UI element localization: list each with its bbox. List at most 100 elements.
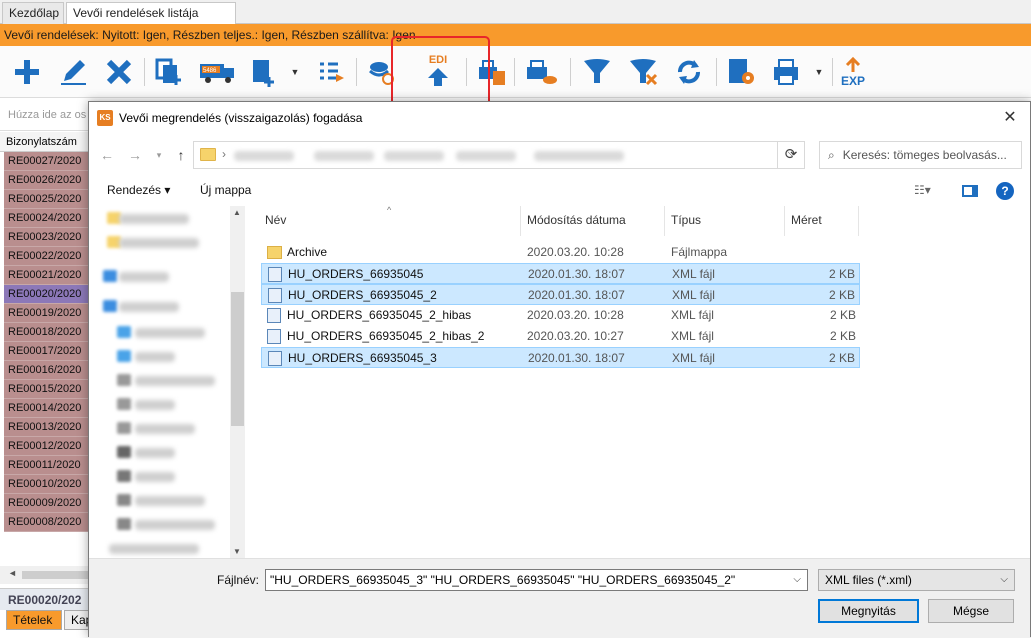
add-icon[interactable] xyxy=(10,54,44,90)
cancel-button[interactable]: Mégse xyxy=(928,599,1014,623)
new-folder-button[interactable]: Új mappa xyxy=(200,183,251,197)
edit-icon[interactable] xyxy=(56,54,90,90)
back-arrow-icon[interactable]: ← xyxy=(97,145,117,165)
refresh-icon[interactable] xyxy=(672,54,706,90)
column-header-document-number[interactable]: Bizonylatszám xyxy=(0,132,90,152)
table-row[interactable]: RE00021/2020 xyxy=(4,266,90,285)
table-row[interactable]: RE00014/2020 xyxy=(4,399,90,418)
filter-status-text: Vevői rendelések: Nyitott: Igen, Részben… xyxy=(4,28,416,42)
column-header-type[interactable]: Típus xyxy=(665,206,785,236)
table-row[interactable]: RE00012/2020 xyxy=(4,437,90,456)
open-button[interactable]: Megnyitás xyxy=(818,599,919,623)
detail-panel-header: RE00020/202 xyxy=(0,588,90,610)
file-row[interactable]: HU_ORDERS_66935045_2_hibas 2020.03.20. 10… xyxy=(261,305,860,326)
scroll-up-icon[interactable]: ▲ xyxy=(233,208,241,217)
search-icon: ⌕ xyxy=(828,148,835,162)
table-row[interactable]: RE00022/2020 xyxy=(4,247,90,266)
table-row[interactable]: RE00018/2020 xyxy=(4,323,90,342)
filter-icon[interactable] xyxy=(580,54,614,90)
file-type: XML fájl xyxy=(671,329,714,343)
help-icon[interactable]: ? xyxy=(996,182,1014,200)
view-options-icon[interactable]: ☷▾ xyxy=(914,183,931,197)
table-row[interactable]: RE00024/2020 xyxy=(4,209,90,228)
dropdown-arrow-icon[interactable]: ▼ xyxy=(288,54,302,90)
table-row[interactable]: RE00020/2020 xyxy=(4,285,90,304)
file-row[interactable]: Archive 2020.03.20. 10:28 Fájlmappa xyxy=(261,242,860,263)
file-type: XML fájl xyxy=(672,288,715,302)
file-row[interactable]: HU_ORDERS_66935045_3 2020.01.30. 18:07 XML… xyxy=(261,347,860,368)
tab-items[interactable]: Tételek xyxy=(6,610,62,630)
tab-home[interactable]: Kezdőlap xyxy=(2,2,64,24)
preview-pane-icon[interactable] xyxy=(962,185,978,197)
breadcrumb-chevron-icon: › xyxy=(222,147,226,161)
filetype-select[interactable]: XML files (*.xml) ⌵ xyxy=(818,569,1015,591)
file-row[interactable]: HU_ORDERS_66935045_2 2020.01.30. 18:07 XML… xyxy=(261,284,860,305)
address-row: ← → ▾ ↑ › ⌵ ⟳ ⌕ Keresés: tömeges beolvasá… xyxy=(89,135,1030,175)
xml-file-icon xyxy=(268,351,282,366)
filename-label: Fájlnév: xyxy=(217,573,260,587)
search-input[interactable]: ⌕ Keresés: tömeges beolvasás... xyxy=(819,141,1022,169)
print-dropdown-icon[interactable]: ▼ xyxy=(812,54,826,90)
list-arrow-icon[interactable] xyxy=(314,54,348,90)
table-row[interactable]: RE00017/2020 xyxy=(4,342,90,361)
nav-pane-scroll-thumb[interactable] xyxy=(231,292,244,426)
table-row[interactable]: RE00015/2020 xyxy=(4,380,90,399)
tab-items-label: Tételek xyxy=(13,613,53,627)
add-document-icon[interactable] xyxy=(246,54,280,90)
table-row[interactable]: RE00019/2020 xyxy=(4,304,90,323)
delete-icon[interactable] xyxy=(102,54,136,90)
file-row[interactable]: HU_ORDERS_66935045_2_hibas_2 2020.03.20. … xyxy=(261,326,860,347)
filetype-dropdown-icon[interactable]: ⌵ xyxy=(1000,570,1008,590)
print-icon[interactable] xyxy=(770,54,804,90)
file-name: Archive xyxy=(287,245,328,259)
filename-dropdown-icon[interactable]: ⌵ xyxy=(793,570,801,590)
copy-add-icon[interactable] xyxy=(152,54,186,90)
detail-tabs: Tételek Kap xyxy=(0,610,94,630)
tab-customer-orders[interactable]: Vevői rendelések listája (26)✕ xyxy=(66,2,236,41)
clear-filter-icon[interactable] xyxy=(626,54,660,90)
document-settings-icon[interactable] xyxy=(724,54,758,90)
table-row[interactable]: RE00027/2020 xyxy=(4,152,90,171)
filter-status-bar: Vevői rendelések: Nyitott: Igen, Részben… xyxy=(0,24,1031,46)
up-arrow-icon[interactable]: ↑ xyxy=(171,145,191,165)
app-logo-icon: KS xyxy=(97,110,113,126)
table-row[interactable]: RE00016/2020 xyxy=(4,361,90,380)
file-row[interactable]: HU_ORDERS_66935045 2020.01.30. 18:07 XML f… xyxy=(261,263,860,284)
delivery-truck-icon[interactable]: 5486 xyxy=(198,54,238,90)
search-placeholder: Keresés: tömeges beolvasás... xyxy=(842,148,1007,162)
export-button[interactable]: EXP xyxy=(836,54,870,90)
column-header-name[interactable]: Név ^ xyxy=(259,205,521,236)
file-size: 2 KB xyxy=(828,267,855,281)
print-cloud-icon[interactable] xyxy=(524,54,558,90)
scroll-left-icon[interactable]: ◄ xyxy=(8,568,17,578)
xml-file-icon xyxy=(267,329,281,344)
table-row[interactable]: RE00023/2020 xyxy=(4,228,90,247)
recent-dropdown-icon[interactable]: ▾ xyxy=(149,145,169,165)
file-name: HU_ORDERS_66935045_2_hibas xyxy=(287,308,472,322)
detail-doc-number: RE00020/202 xyxy=(8,593,82,607)
dialog-close-icon[interactable]: ✕ xyxy=(996,106,1024,130)
command-bar: Rendezés ▾ Új mappa ☷▾ ? xyxy=(89,176,1030,206)
table-row[interactable]: RE00026/2020 xyxy=(4,171,90,190)
column-header-size[interactable]: Méret xyxy=(785,206,859,236)
file-date: 2020.01.30. 18:07 xyxy=(528,288,625,302)
column-header-modified[interactable]: Módosítás dátuma xyxy=(521,206,665,236)
filename-input[interactable]: "HU_ORDERS_66935045_3" "HU_ORDERS_669350… xyxy=(265,569,808,591)
view-controls: ☷▾ ? xyxy=(908,181,1018,203)
table-row[interactable]: RE00011/2020 xyxy=(4,456,90,475)
table-row[interactable]: RE00010/2020 xyxy=(4,475,90,494)
address-bar[interactable]: › ⌵ xyxy=(193,141,805,169)
dialog-titlebar: KS Vevői megrendelés (visszaigazolás) fo… xyxy=(89,102,1030,134)
xml-file-icon xyxy=(268,288,282,303)
organize-button[interactable]: Rendezés ▾ xyxy=(107,183,170,197)
forward-arrow-icon[interactable]: → xyxy=(125,145,145,165)
table-row[interactable]: RE00025/2020 xyxy=(4,190,90,209)
horizontal-scrollbar[interactable]: ◄ xyxy=(0,566,90,584)
file-size: 2 KB xyxy=(828,288,855,302)
scroll-down-icon[interactable]: ▼ xyxy=(233,547,241,556)
table-row[interactable]: RE00013/2020 xyxy=(4,418,90,437)
file-size: 2 KB xyxy=(828,351,855,365)
table-row[interactable]: RE00009/2020 xyxy=(4,494,90,513)
table-row[interactable]: RE00008/2020 xyxy=(4,513,90,532)
refresh-folder-icon[interactable]: ⟳ xyxy=(777,141,805,169)
